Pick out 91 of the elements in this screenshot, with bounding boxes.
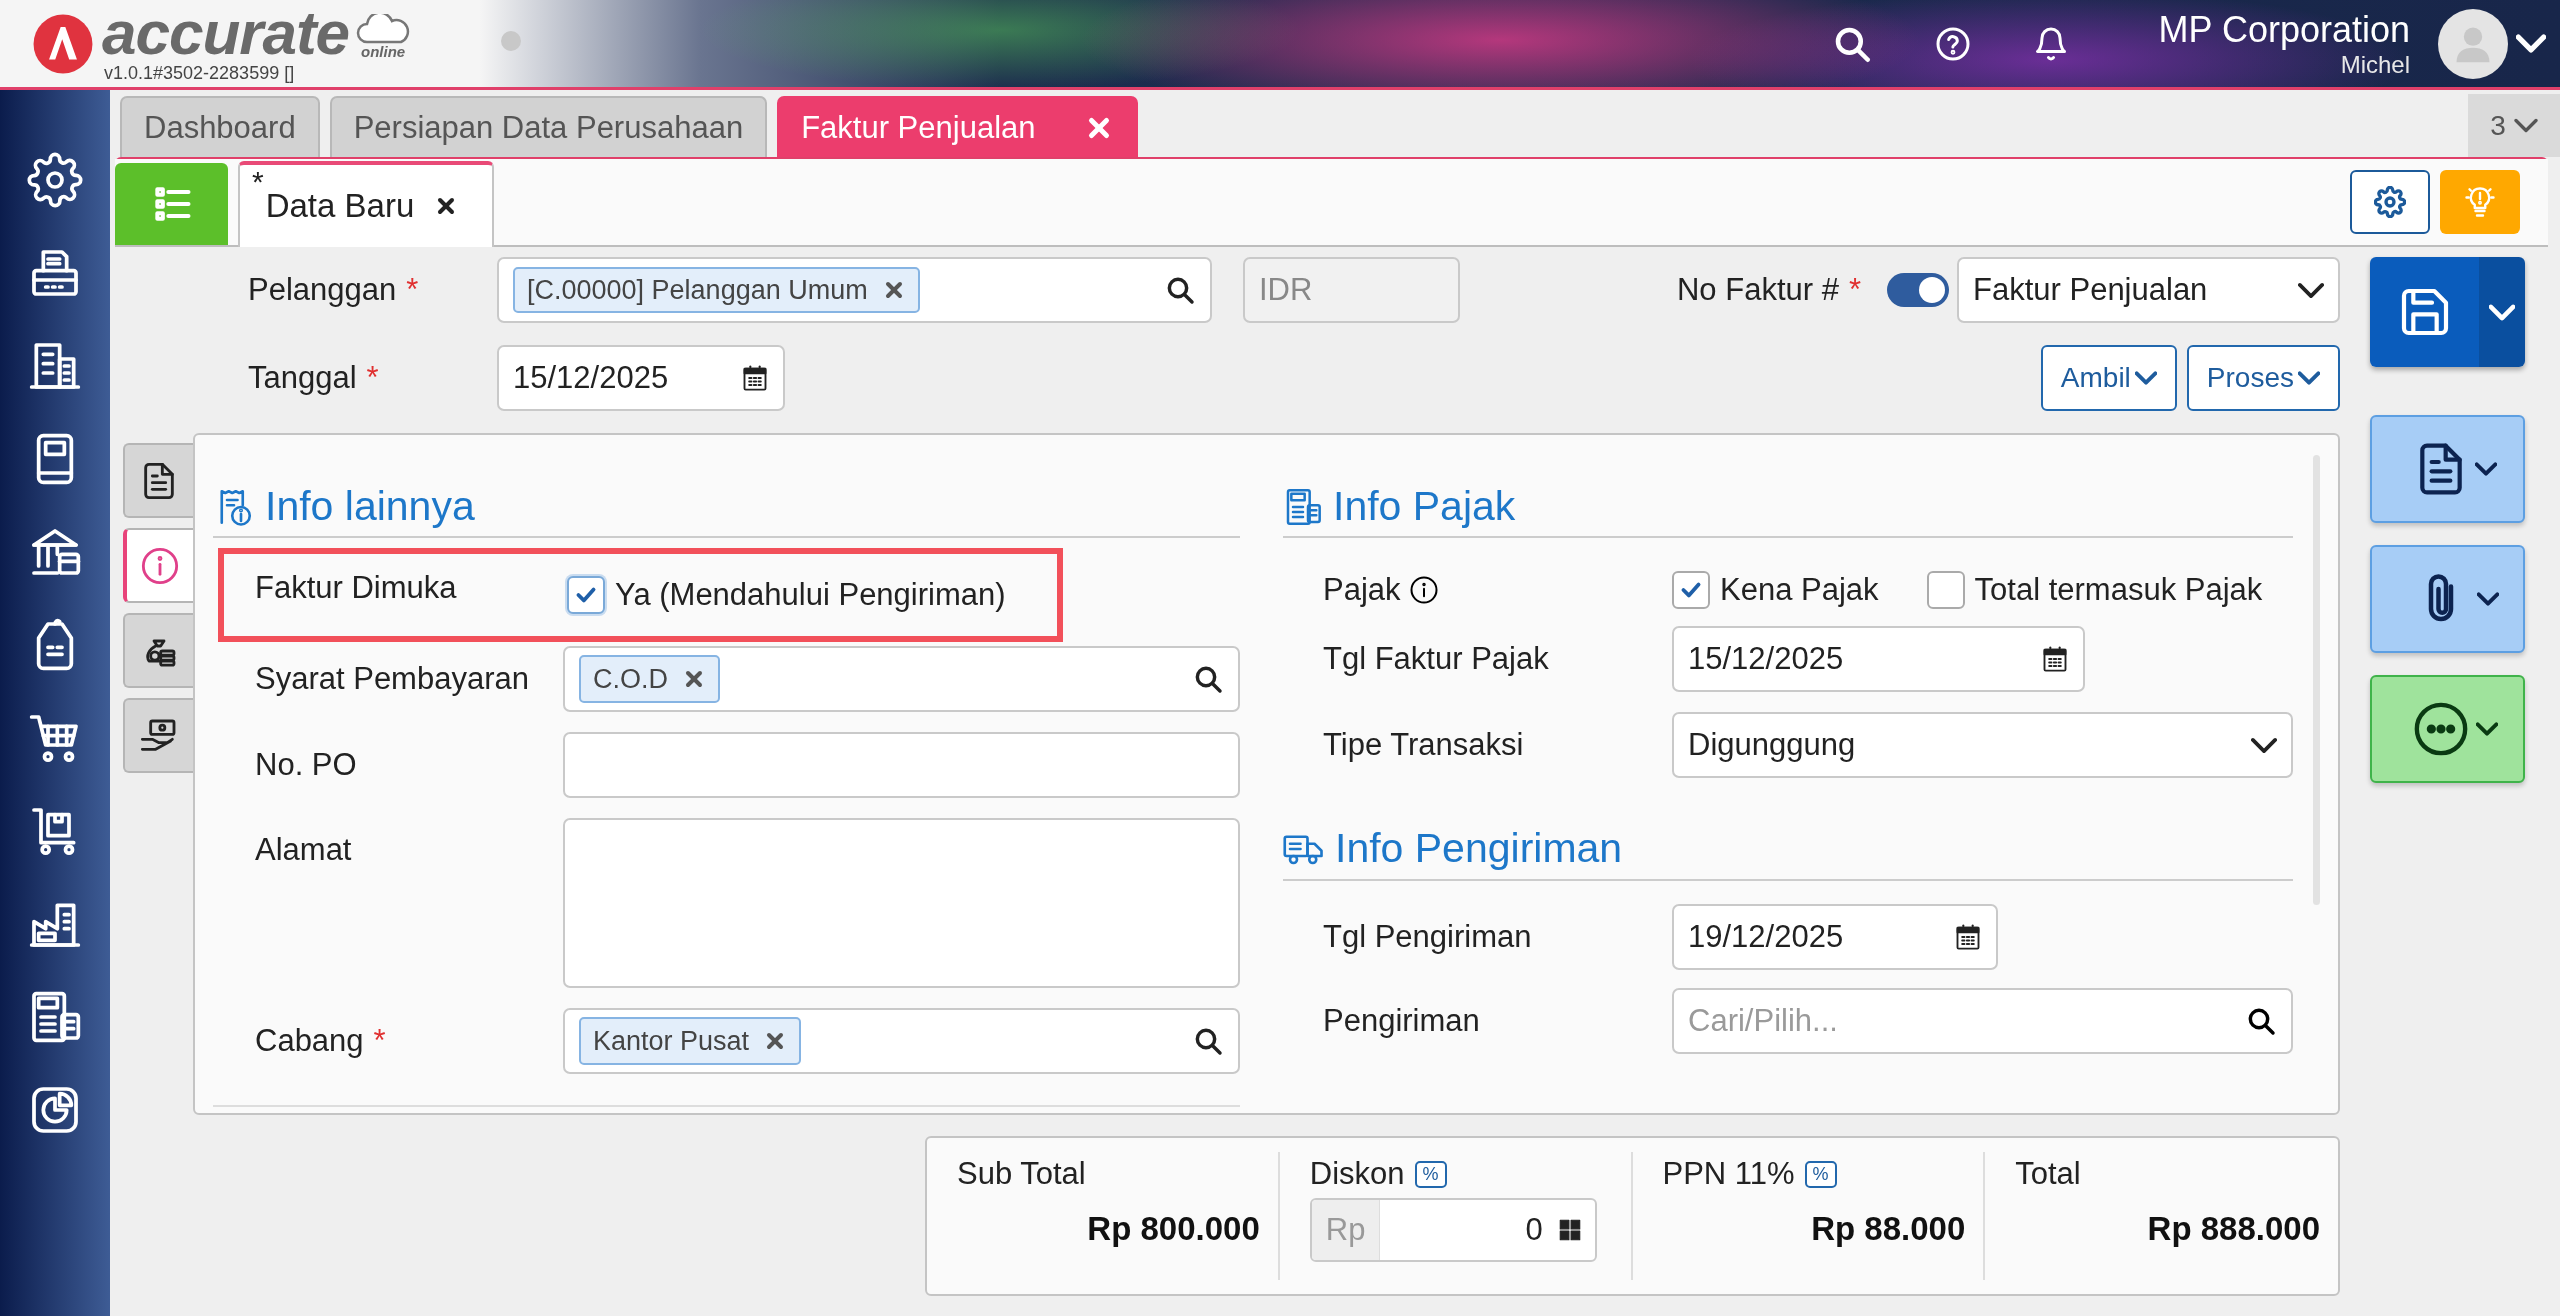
logo-icon	[32, 12, 94, 75]
save-button[interactable]	[2370, 257, 2479, 367]
total-label: Diskon	[1309, 1156, 1405, 1192]
calendar-icon[interactable]	[2041, 645, 2069, 673]
settings-icon[interactable]	[27, 152, 83, 208]
field-label: Tipe Transaksi	[1323, 727, 1525, 763]
side-tab[interactable]	[123, 443, 193, 518]
total-label: Total	[2015, 1156, 2081, 1192]
attachment-button[interactable]	[2370, 545, 2525, 653]
logo-subtext: online	[360, 44, 406, 59]
field-label: Alamat	[254, 832, 353, 868]
caret-icon	[2298, 281, 2324, 299]
info-icon[interactable]	[1408, 575, 1439, 605]
section-title-text: Info lainnya	[265, 483, 475, 530]
checkbox[interactable]	[567, 576, 605, 614]
po-number-field[interactable]	[563, 732, 1240, 798]
caret-icon	[2476, 592, 2499, 606]
side-tab[interactable]	[123, 613, 193, 688]
caret-icon	[2475, 722, 2498, 736]
caret-icon	[2474, 462, 2497, 476]
date-field[interactable]: 15/12/2025	[1672, 626, 2085, 692]
checkbox-label: Total termasuk Pajak	[1974, 572, 2263, 608]
tab[interactable]: Persiapan Data Perusahaan	[329, 96, 768, 157]
invoice-type-select[interactable]: Faktur Penjualan	[1957, 257, 2340, 323]
field-label: Syarat Pembayaran	[254, 661, 530, 697]
cloud-icon	[355, 14, 412, 44]
field-label: No Faktur # *	[1676, 272, 1861, 308]
dropdown-button[interactable]: Ambil	[2040, 345, 2177, 411]
checkbox[interactable]	[1672, 571, 1710, 609]
field-label: Cabang *	[254, 1023, 387, 1059]
caret-icon[interactable]	[2516, 34, 2546, 53]
customer-field[interactable]: [C.00000] Pelanggan Umum	[497, 257, 1212, 323]
field-label: Tgl Faktur Pajak	[1323, 641, 1550, 677]
field-label: Pelanggan *	[247, 272, 420, 308]
field-label: No. PO	[254, 747, 358, 783]
logo-text: accurate	[102, 3, 350, 63]
total-value: Rp 888.000	[2146, 1210, 2320, 1248]
caret-icon	[2134, 371, 2157, 385]
total-value: Rp 800.000	[1086, 1210, 1260, 1248]
field-label: Tgl Pengiriman	[1323, 919, 1533, 955]
document-menu-button[interactable]	[2370, 415, 2525, 523]
save-options-button[interactable]	[2479, 257, 2525, 367]
field-label: Tanggal *	[247, 360, 380, 396]
percent-toggle[interactable]: %	[1804, 1160, 1837, 1188]
caret-icon	[2251, 736, 2277, 754]
section-title-text: Info Pajak	[1333, 483, 1516, 530]
info-icon	[140, 545, 180, 586]
settings-icon	[2374, 186, 2406, 218]
tag-label: [C.00000] Pelanggan Umum	[527, 274, 868, 306]
percent-toggle[interactable]: %	[1414, 1160, 1447, 1188]
settings-button[interactable]	[2350, 170, 2430, 234]
caret-icon	[2513, 118, 2538, 133]
tab[interactable]: Dashboard	[120, 96, 320, 157]
user-name: Michel	[2340, 50, 2410, 79]
scrollbar[interactable]	[2313, 455, 2320, 905]
transaction-type-select[interactable]: Digunggung	[1672, 712, 2293, 778]
calendar-icon[interactable]	[1954, 923, 1982, 951]
date-field[interactable]: 15/12/2025	[497, 345, 785, 411]
total-value: Rp 88.000	[1810, 1210, 1966, 1248]
document-tab[interactable]: * Data Baru	[238, 161, 494, 247]
tab[interactable]: Faktur Penjualan	[777, 96, 1138, 157]
total-label: Sub Total	[957, 1156, 1086, 1192]
branch-field[interactable]: Kantor Pusat	[563, 1008, 1240, 1074]
section-title-text: Info Pengiriman	[1335, 825, 1623, 872]
checkbox-label: Kena Pajak	[1720, 572, 1879, 608]
checkbox-label: Ya (Mendahului Pengiriman)	[615, 577, 1006, 613]
lightbulb-icon	[2462, 184, 2498, 220]
shipper-field[interactable]: Cari/Pilih...	[1672, 988, 2293, 1054]
caret-icon	[2489, 303, 2515, 321]
dropdown-button[interactable]: Proses	[2186, 345, 2340, 411]
field-label: Pengiriman	[1323, 1003, 1481, 1039]
company-name: MP Corporation	[2158, 8, 2410, 51]
total-label: PPN 11%	[1662, 1156, 1795, 1192]
calendar-icon[interactable]	[741, 364, 769, 392]
toggle-switch[interactable]	[1887, 273, 1949, 307]
discount-field[interactable]: Rp 0	[1309, 1198, 1597, 1262]
indicator-dot	[501, 30, 522, 51]
field-label: Pajak	[1323, 572, 1401, 608]
payment-terms-field[interactable]: C.O.D	[563, 646, 1240, 712]
field-label: Faktur Dimuka	[255, 570, 458, 606]
help-icon[interactable]	[1934, 25, 1971, 62]
tab-count-dropdown[interactable]: 3	[2468, 94, 2560, 157]
version-text: v1.0.1#3502-2283599 []	[104, 63, 296, 84]
address-field[interactable]	[563, 818, 1240, 988]
tag-label: C.O.D	[593, 663, 668, 695]
caret-icon	[2298, 371, 2320, 385]
more-button[interactable]	[2370, 675, 2525, 783]
tag-label: Kantor Pusat	[593, 1025, 750, 1057]
date-field[interactable]: 19/12/2025	[1672, 904, 1998, 970]
checkbox[interactable]	[1926, 571, 1965, 609]
side-tab[interactable]	[123, 698, 193, 773]
